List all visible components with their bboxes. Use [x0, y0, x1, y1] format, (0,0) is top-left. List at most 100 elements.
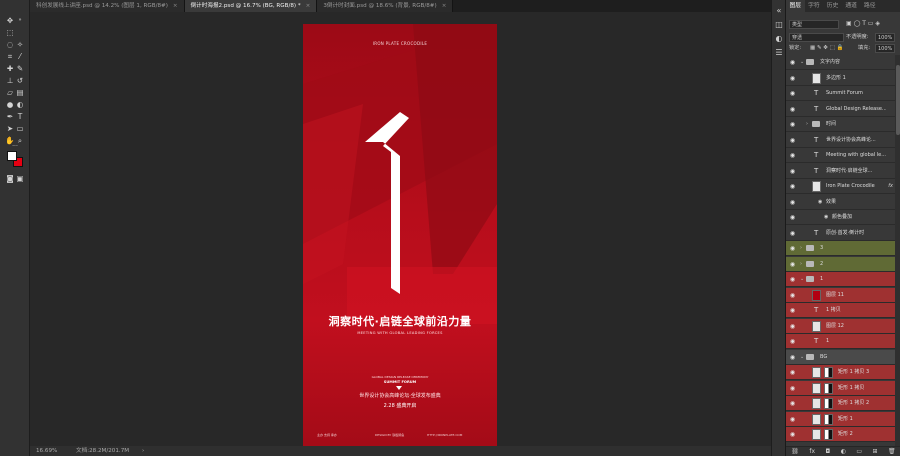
doc-tab[interactable]: 科创发展线上讲座.psd @ 14.2% (图层 1, RGB/8#) ×: [30, 0, 185, 12]
lock-icons[interactable]: ▦ ✎ ✥ ⬚ 🔒: [810, 43, 843, 53]
zoom-level[interactable]: 16.69%: [36, 446, 57, 456]
layer-row[interactable]: ◉ T Meeting with global le...: [786, 148, 895, 163]
mask-thumbnail[interactable]: [824, 382, 833, 394]
layer-row[interactable]: ◉ T 世界设计协会高峰论...: [786, 133, 895, 148]
layer-row[interactable]: ◉ › 3: [786, 241, 895, 256]
visibility-eye-icon[interactable]: ◉: [789, 121, 796, 128]
adjustment-layer-icon[interactable]: ◐: [841, 448, 846, 455]
properties-icon[interactable]: ☰: [774, 48, 784, 58]
history-icon[interactable]: ◫: [774, 20, 784, 30]
mask-thumbnail[interactable]: [824, 398, 833, 409]
visibility-eye-icon[interactable]: ◉: [789, 369, 796, 376]
eraser-icon[interactable]: ▱: [5, 88, 15, 97]
layer-row[interactable]: ◉ 图层 11: [786, 287, 895, 303]
layer-row[interactable]: ◉ ◉ 颜色叠加: [786, 210, 895, 225]
fx-icon[interactable]: fx: [809, 448, 815, 455]
layer-row[interactable]: ◉ 多边形 1: [786, 71, 895, 86]
quick-mask-icon[interactable]: ◙: [5, 174, 15, 183]
layer-row[interactable]: ◉ 矩形 1 拷贝 2: [786, 396, 895, 411]
filter-icons[interactable]: ▣ ◯ T ▭ ◈: [846, 19, 896, 29]
poster-artboard[interactable]: IRON PLATE CROCODILE 洞察时代·启链全球前沿力量 MEETI…: [303, 24, 497, 448]
visibility-eye-icon[interactable]: ◉: [789, 230, 796, 237]
move-tool-icon[interactable]: ✥: [5, 16, 15, 25]
expand-caret-icon[interactable]: ⌄: [800, 275, 804, 284]
visibility-eye-icon[interactable]: ◉: [789, 137, 796, 144]
crop-tool-icon[interactable]: ⌗: [5, 52, 15, 61]
clone-stamp-icon[interactable]: ⊥: [5, 76, 15, 85]
doc-tab[interactable]: 3倒计时封面.psd @ 18.6% (背景, RGB/8#) ×: [317, 0, 454, 12]
marquee-tool-icon[interactable]: ⬚: [5, 28, 15, 37]
magic-wand-icon[interactable]: ✧: [15, 40, 25, 49]
expand-caret-icon[interactable]: ›: [800, 244, 802, 253]
scrollbar-thumb[interactable]: [896, 65, 900, 135]
layer-row[interactable]: ◉ 矩形 1 拷贝 3: [786, 365, 895, 380]
layer-row[interactable]: ◉ › 时间: [786, 117, 895, 132]
history-brush-icon[interactable]: ↺: [15, 76, 25, 85]
visibility-eye-icon[interactable]: ◉: [789, 245, 796, 252]
visibility-eye-icon[interactable]: ◉: [789, 276, 796, 283]
visibility-eye-icon[interactable]: ◉: [789, 59, 796, 66]
expand-caret-icon[interactable]: ›: [800, 260, 802, 269]
status-arrow-icon[interactable]: ›: [142, 446, 144, 456]
visibility-eye-icon[interactable]: ◉: [789, 416, 796, 423]
mask-thumbnail[interactable]: [824, 367, 833, 378]
brush-tool-icon[interactable]: ✎: [15, 64, 25, 73]
fx-badge[interactable]: fx: [888, 179, 893, 194]
visibility-eye-icon[interactable]: ◉: [789, 90, 796, 97]
layer-row[interactable]: ◉ ⌄ BG: [786, 349, 895, 365]
layer-row[interactable]: ◉ T 原创·首发·倒计时: [786, 226, 895, 241]
effect-eye-icon[interactable]: ◉: [824, 212, 828, 223]
path-select-icon[interactable]: ➤: [5, 124, 15, 133]
visibility-eye-icon[interactable]: ◉: [789, 323, 796, 330]
layer-row[interactable]: ◉ 矩形 1 拷贝: [786, 380, 895, 396]
opacity-field[interactable]: 100%: [875, 33, 895, 42]
effect-eye-icon[interactable]: ◉: [818, 197, 822, 208]
blend-mode-select[interactable]: 穿透: [789, 33, 844, 42]
layer-row[interactable]: ◉ ⌄ 1: [786, 272, 895, 287]
close-icon[interactable]: ×: [442, 3, 447, 9]
fill-field[interactable]: 100%: [875, 44, 895, 53]
visibility-eye-icon[interactable]: ◉: [789, 338, 796, 345]
tab-channels[interactable]: 通道: [842, 0, 861, 12]
collapse-arrows-icon[interactable]: «: [774, 6, 784, 16]
layer-row[interactable]: ◉ T 1 拷贝: [786, 303, 895, 318]
visibility-eye-icon[interactable]: ◉: [789, 261, 796, 268]
visibility-eye-icon[interactable]: ◉: [789, 75, 796, 82]
gradient-tool-icon[interactable]: ▤: [15, 88, 25, 97]
layer-row[interactable]: ◉ T 洞察时代·启链全球...: [786, 164, 895, 179]
type-tool-icon[interactable]: T: [15, 112, 25, 121]
canvas-area[interactable]: IRON PLATE CROCODILE 洞察时代·启链全球前沿力量 MEETI…: [30, 12, 770, 448]
visibility-eye-icon[interactable]: ◉: [789, 307, 796, 314]
layer-row[interactable]: ◉ T Global Design Release...: [786, 102, 895, 117]
visibility-eye-icon[interactable]: ◉: [789, 152, 796, 159]
layer-row[interactable]: ◉ ⌄ 文字内容: [786, 55, 895, 70]
layer-row[interactable]: ◉ › 2: [786, 256, 895, 272]
layer-row[interactable]: ◉ T 1: [786, 334, 895, 349]
dodge-tool-icon[interactable]: ◐: [15, 100, 25, 109]
visibility-eye-icon[interactable]: ◉: [789, 214, 796, 221]
more-tools-icon[interactable]: ···: [10, 142, 20, 151]
close-icon[interactable]: ×: [173, 3, 178, 9]
blur-tool-icon[interactable]: ●: [5, 100, 15, 109]
visibility-eye-icon[interactable]: ◉: [789, 106, 796, 113]
tab-character[interactable]: 字符: [805, 0, 824, 12]
layer-row[interactable]: ◉ T Summit Forum: [786, 86, 895, 101]
new-group-icon[interactable]: ▭: [856, 448, 862, 455]
expand-caret-icon[interactable]: ⌄: [800, 353, 804, 362]
tab-layers[interactable]: 图层: [786, 0, 805, 12]
filter-kind-select[interactable]: 类型: [789, 20, 839, 29]
new-layer-icon[interactable]: ⊞: [873, 448, 878, 455]
healing-brush-icon[interactable]: ✚: [5, 64, 15, 73]
foreground-color-swatch[interactable]: [7, 151, 17, 161]
visibility-eye-icon[interactable]: ◉: [789, 199, 796, 206]
expand-caret-icon[interactable]: ›: [806, 120, 808, 129]
add-mask-icon[interactable]: ◘: [825, 448, 830, 455]
tab-history[interactable]: 历史: [823, 0, 842, 12]
layer-row[interactable]: ◉ 矩形 1: [786, 411, 895, 427]
rectangle-tool-icon[interactable]: ▭: [15, 124, 25, 133]
layer-row[interactable]: ◉ ◉ 效果: [786, 195, 895, 210]
layer-row[interactable]: ◉ 图层 12: [786, 318, 895, 334]
layer-row[interactable]: ◉ Iron Plate Crocodile fx: [786, 179, 895, 194]
lasso-tool-icon[interactable]: ◌: [5, 40, 15, 49]
visibility-eye-icon[interactable]: ◉: [789, 292, 796, 299]
